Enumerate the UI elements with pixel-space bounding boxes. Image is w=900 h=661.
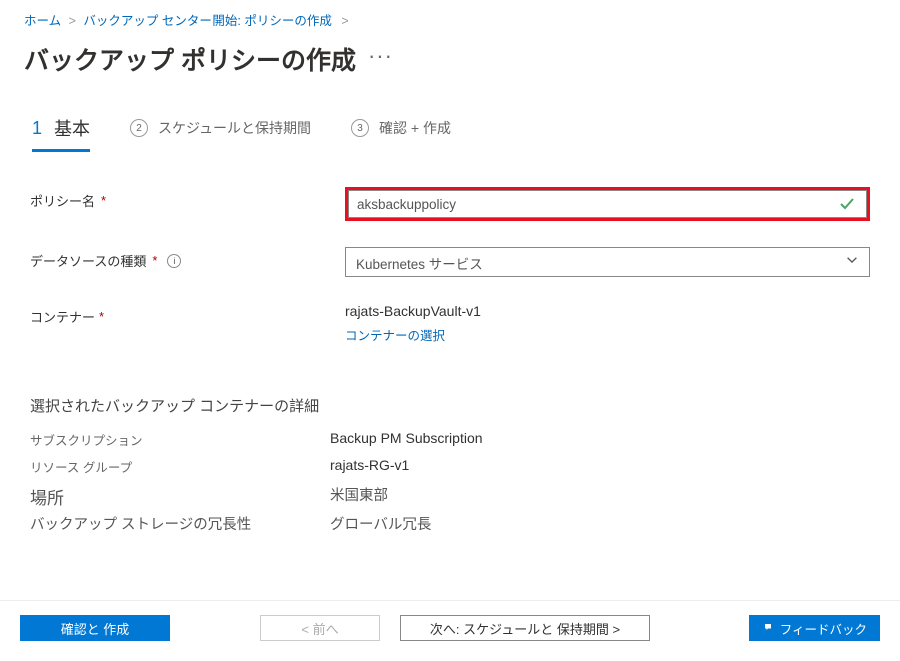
label-policy-name: ポリシー名 * [30,187,345,210]
chevron-down-icon [845,253,859,272]
breadcrumb-separator-icon: > [69,14,76,28]
detail-location: 場所 米国東部 [30,484,870,509]
more-actions-icon[interactable]: ··· [368,43,393,69]
form-basics: ポリシー名 * データソースの種類 * i Kubernetes サービス [0,151,900,345]
row-datasource: データソースの種類 * i Kubernetes サービス [30,247,870,277]
detail-subscription-value: Backup PM Subscription [330,430,483,449]
detail-redundancy: バックアップ ストレージの冗長性 グローバル冗長 [30,513,870,534]
detail-subscription-label: サブスクリプション [30,430,330,449]
feedback-label: フィードバック [780,619,867,638]
row-container: コンテナー * rajats-BackupVault-v1 コンテナーの選択 [30,303,870,345]
detail-rg-label: リソース グループ [30,457,330,476]
detail-location-value: 米国東部 [330,484,388,509]
previous-button[interactable]: < 前へ [260,615,380,641]
feedback-icon [762,621,774,636]
datasource-select-value: Kubernetes サービス [346,248,869,273]
container-value: rajats-BackupVault-v1 [345,303,870,319]
required-indicator-icon: * [152,253,157,268]
label-container: コンテナー * [30,303,345,326]
tab-basics[interactable]: 1 基本 [32,103,90,151]
tab-review-number: 3 [351,119,369,137]
breadcrumb-home[interactable]: ホーム [24,14,61,28]
breadcrumb-start[interactable]: 開始: ポリシーの作成 [212,14,331,28]
required-indicator-icon: * [101,193,106,208]
select-container-link[interactable]: コンテナーの選択 [345,329,445,343]
detail-resource-group: リソース グループ rajats-RG-v1 [30,457,870,476]
vault-details-heading: 選択されたバックアップ コンテナーの詳細 [0,345,900,430]
info-icon[interactable]: i [167,254,181,268]
page-title: バックアップ ポリシーの作成 [24,41,356,77]
policy-name-input[interactable] [348,190,867,218]
tab-schedule[interactable]: 2 スケジュールと保持期間 [130,106,311,148]
next-button[interactable]: 次へ: スケジュールと 保持期間 > [400,615,650,641]
detail-rg-value: rajats-RG-v1 [330,457,409,476]
row-policy-name: ポリシー名 * [30,187,870,221]
tab-review[interactable]: 3 確認 + 作成 [351,106,451,148]
detail-subscription: サブスクリプション Backup PM Subscription [30,430,870,449]
tab-basics-label: 基本 [54,115,90,141]
valid-check-icon [839,196,855,212]
wizard-tabs: 1 基本 2 スケジュールと保持期間 3 確認 + 作成 [0,103,900,151]
label-datasource: データソースの種類 * i [30,247,345,270]
datasource-select[interactable]: Kubernetes サービス [345,247,870,277]
breadcrumb-chevron-icon: > [341,14,348,28]
detail-redundancy-value: グローバル冗長 [330,513,431,534]
breadcrumb-backup-center[interactable]: バックアップ センター [83,14,211,28]
tab-schedule-label: スケジュールと保持期間 [158,118,311,138]
feedback-button[interactable]: フィードバック [749,615,880,641]
vault-details: サブスクリプション Backup PM Subscription リソース グル… [0,430,900,534]
page-header: バックアップ ポリシーの作成 ··· [0,35,900,103]
breadcrumb: ホーム > バックアップ センター 開始: ポリシーの作成 > [0,0,900,35]
tab-basics-number: 1 [32,118,42,139]
tab-review-label: 確認 + 作成 [379,118,451,138]
tab-schedule-number: 2 [130,119,148,137]
required-indicator-icon: * [99,309,104,324]
detail-redundancy-label: バックアップ ストレージの冗長性 [30,513,330,534]
review-create-button[interactable]: 確認と 作成 [20,615,170,641]
detail-location-label: 場所 [30,484,330,509]
wizard-footer: 確認と 作成 < 前へ 次へ: スケジュールと 保持期間 > フィードバック [0,600,900,641]
policy-name-highlight [345,187,870,221]
